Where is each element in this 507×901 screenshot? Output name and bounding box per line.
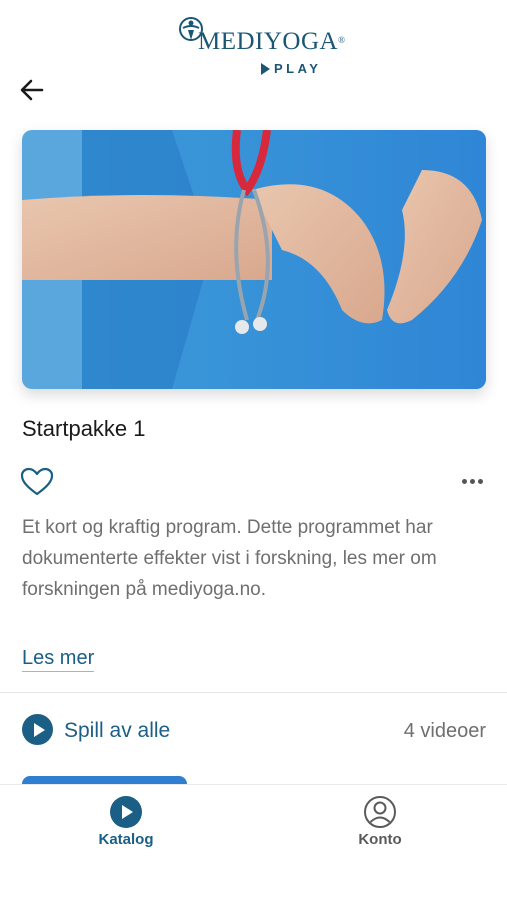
play-triangle-icon bbox=[261, 63, 270, 75]
program-cover-image bbox=[22, 130, 486, 389]
play-all-label: Spill av alle bbox=[64, 719, 171, 742]
program-description: Et kort og kraftig program. Dette progra… bbox=[22, 517, 437, 600]
video-count: 4 videoer bbox=[403, 720, 486, 742]
user-circle-icon bbox=[364, 796, 396, 828]
play-circle-icon bbox=[110, 796, 142, 828]
heart-outline-icon[interactable] bbox=[20, 466, 54, 498]
play-circle-icon bbox=[22, 714, 53, 745]
mediyoga-play-logo: MEDIYOGA® PLAY bbox=[178, 14, 345, 76]
tab-konto[interactable]: Konto bbox=[320, 795, 440, 849]
bottom-tab-bar: Katalog Konto bbox=[0, 784, 507, 901]
dot bbox=[478, 479, 483, 484]
tab-katalog[interactable]: Katalog bbox=[66, 795, 186, 849]
dot bbox=[462, 479, 467, 484]
program-title: Startpakke 1 bbox=[22, 416, 146, 441]
brand-name: MEDIYOGA® bbox=[198, 28, 346, 55]
tab-label: Konto bbox=[358, 831, 402, 848]
tab-label: Katalog bbox=[98, 831, 154, 848]
app-header: MEDIYOGA® PLAY bbox=[0, 0, 507, 76]
dot bbox=[470, 479, 475, 484]
brand-sub: PLAY bbox=[261, 62, 321, 76]
section-divider bbox=[0, 692, 507, 693]
read-more-link[interactable]: Les mer bbox=[22, 645, 95, 672]
arrow-left-icon[interactable] bbox=[18, 76, 46, 104]
more-horizontal-icon[interactable] bbox=[460, 474, 486, 488]
